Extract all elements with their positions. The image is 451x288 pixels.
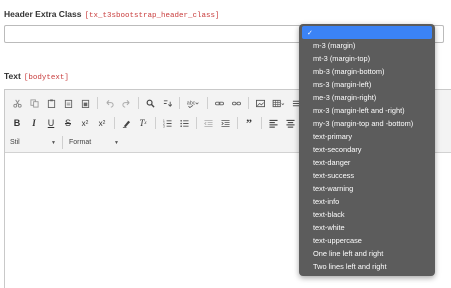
dropdown-option[interactable]: mx-3 (margin-left and -right) <box>299 104 435 117</box>
header-extra-class-label: Header Extra Class [tx_t3sbootstrap_heade… <box>4 9 220 20</box>
image-icon[interactable] <box>253 96 267 110</box>
chevron-down-icon: ▼ <box>114 139 119 146</box>
dropdown-option[interactable]: text-primary <box>299 130 435 143</box>
toolbar-separator <box>138 97 139 109</box>
subscript-icon[interactable]: x2 <box>78 116 92 130</box>
clear-format-icon[interactable]: Tx <box>136 116 150 130</box>
format-combo[interactable]: Format ▼ <box>62 135 119 149</box>
bullet-list-icon[interactable] <box>177 116 191 130</box>
style-combo-label: Stil <box>10 138 20 146</box>
field-code: [tx_t3sbootstrap_header_class] <box>84 12 220 20</box>
copy-icon[interactable] <box>27 96 41 110</box>
dropdown-option-selected[interactable]: ✓ <box>302 26 432 39</box>
align-left-icon[interactable] <box>266 116 280 130</box>
dropdown-option[interactable]: my-3 (margin-top and -bottom) <box>299 117 435 130</box>
dropdown-option[interactable]: text-white <box>299 221 435 234</box>
dropdown-option[interactable]: m-3 (margin) <box>299 39 435 52</box>
numbered-list-icon[interactable]: 123 <box>160 116 174 130</box>
find-icon[interactable] <box>143 96 157 110</box>
undo-icon[interactable] <box>102 96 116 110</box>
text-field-label: Text [bodytext] <box>4 71 69 82</box>
dropdown-option[interactable]: text-danger <box>299 156 435 169</box>
table-icon[interactable] <box>270 96 286 110</box>
dropdown-option[interactable]: Two lines left and right <box>299 260 435 273</box>
dropdown-option[interactable]: text-info <box>299 195 435 208</box>
remove-format-icon[interactable] <box>119 116 133 130</box>
bold-icon[interactable]: B <box>10 116 24 130</box>
replace-icon[interactable] <box>160 96 174 110</box>
field-title: Header Extra Class <box>4 9 82 19</box>
unlink-icon[interactable] <box>229 96 243 110</box>
dropdown-option[interactable]: text-warning <box>299 182 435 195</box>
superscript-icon[interactable]: x2 <box>95 116 109 130</box>
field-title: Text <box>4 71 21 81</box>
toolbar-row-2: B I U S x2 x2 Tx 123 ” <box>10 116 317 130</box>
paste-word-icon[interactable] <box>78 96 92 110</box>
checkmark-icon: ✓ <box>307 30 313 37</box>
style-combo[interactable]: Stil ▼ <box>10 136 56 149</box>
paste-text-icon[interactable] <box>61 96 75 110</box>
toolbar-separator <box>237 117 238 129</box>
toolbar-separator <box>97 97 98 109</box>
toolbar-separator <box>261 117 262 129</box>
redo-icon[interactable] <box>119 96 133 110</box>
cut-icon[interactable] <box>10 96 24 110</box>
toolbar-separator <box>248 97 249 109</box>
toolbar-separator <box>196 117 197 129</box>
dropdown-option[interactable]: me-3 (margin-right) <box>299 91 435 104</box>
toolbar-row-1: abc Ω <box>10 96 323 110</box>
underline-icon[interactable]: U <box>44 116 58 130</box>
toolbar-separator <box>179 97 180 109</box>
dropdown-option[interactable]: text-uppercase <box>299 234 435 247</box>
outdent-icon[interactable] <box>201 116 215 130</box>
format-combo-label: Format <box>69 138 92 146</box>
dropdown-option[interactable]: text-secondary <box>299 143 435 156</box>
dropdown-option[interactable]: ms-3 (margin-left) <box>299 78 435 91</box>
dropdown-option[interactable]: One line left and right <box>299 247 435 260</box>
paste-icon[interactable] <box>44 96 58 110</box>
italic-icon[interactable]: I <box>27 116 41 130</box>
header-class-dropdown: ✓ m-3 (margin) mt-3 (margin-top) mb-3 (m… <box>299 24 435 276</box>
align-center-icon[interactable] <box>283 116 297 130</box>
field-code: [bodytext] <box>23 74 69 82</box>
toolbar-separator <box>114 117 115 129</box>
toolbar-row-3: Stil ▼ Format ▼ <box>10 135 125 149</box>
blockquote-icon[interactable]: ” <box>242 116 256 130</box>
toolbar-separator <box>207 97 208 109</box>
dropdown-option[interactable]: mt-3 (margin-top) <box>299 52 435 65</box>
chevron-down-icon: ▼ <box>51 139 56 146</box>
toolbar-separator <box>155 117 156 129</box>
indent-icon[interactable] <box>218 116 232 130</box>
strikethrough-icon[interactable]: S <box>61 116 75 130</box>
svg-text:abc: abc <box>187 100 196 106</box>
dropdown-option[interactable]: mb-3 (margin-bottom) <box>299 65 435 78</box>
link-icon[interactable] <box>212 96 226 110</box>
dropdown-option[interactable]: text-success <box>299 169 435 182</box>
svg-text:3: 3 <box>163 124 165 127</box>
dropdown-option[interactable]: text-black <box>299 208 435 221</box>
spellcheck-icon[interactable]: abc <box>184 96 202 110</box>
